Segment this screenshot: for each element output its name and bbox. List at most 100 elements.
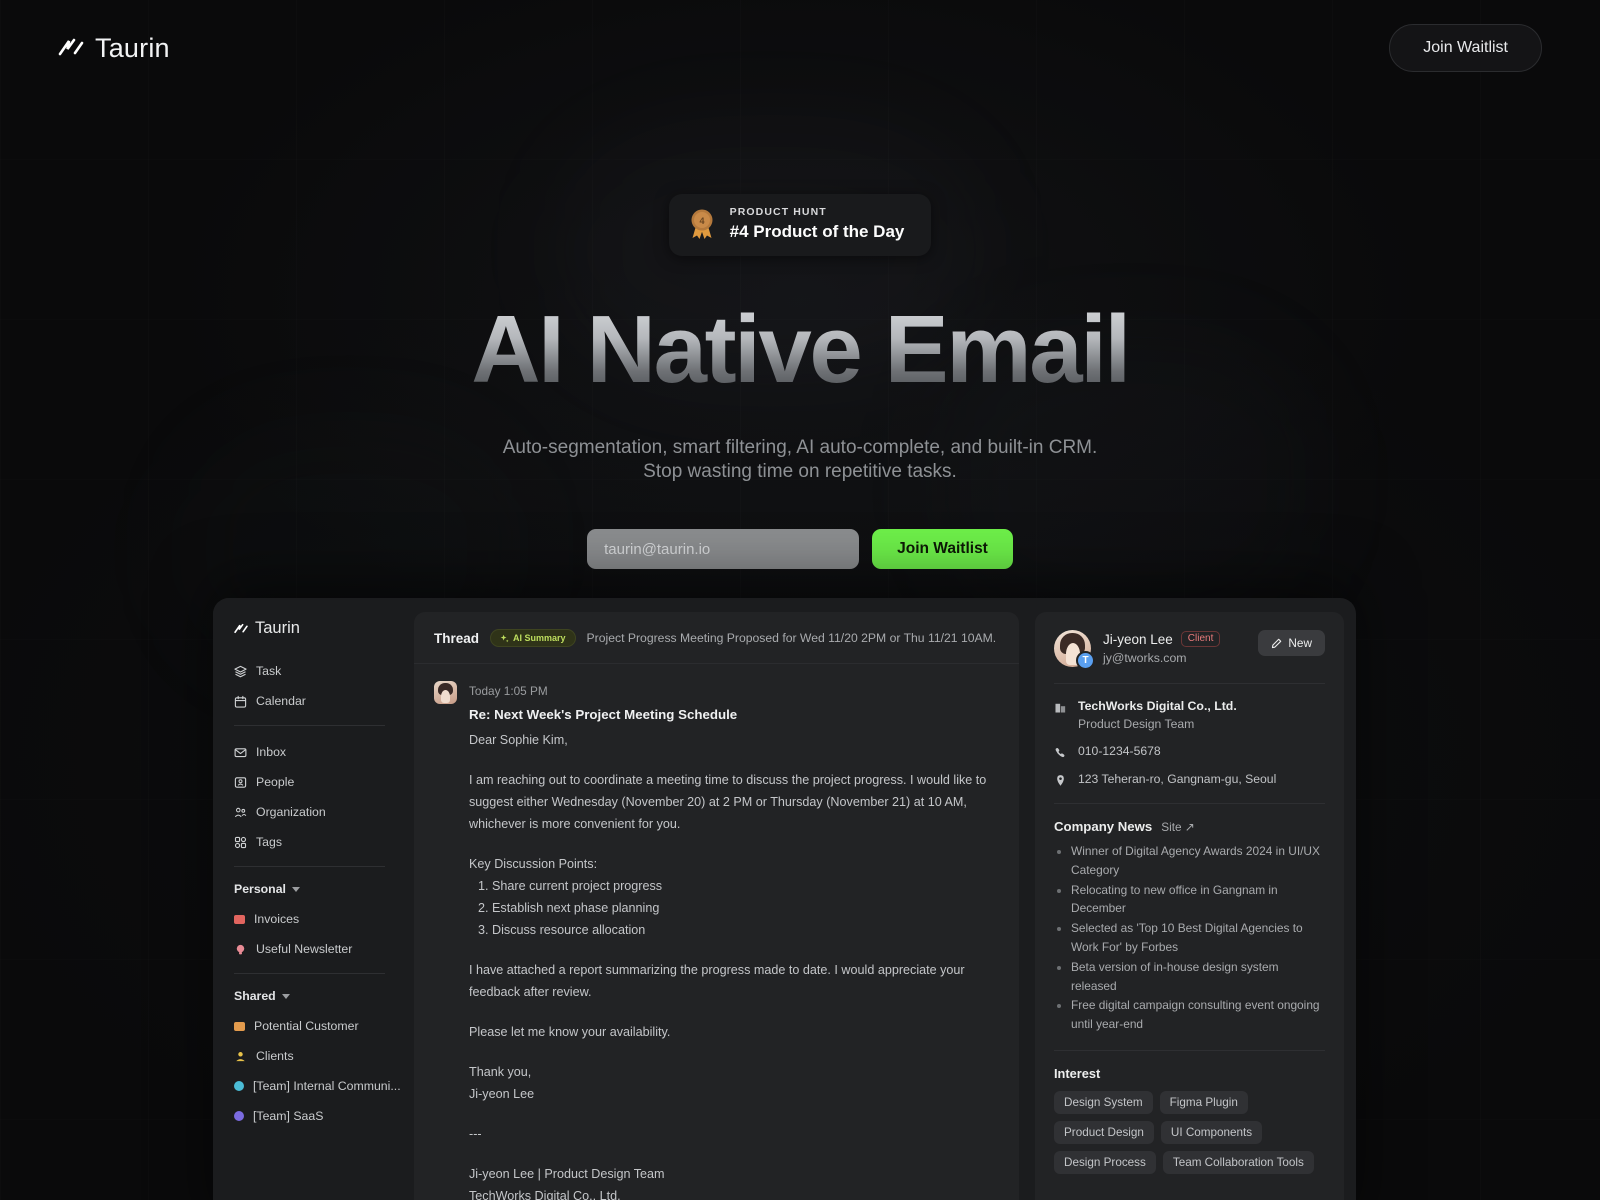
email-message: Today 1:05 PM Re: Next Week's Project Me… (414, 664, 1019, 1200)
building-icon (1055, 703, 1066, 713)
sidebar-item-inbox[interactable]: Inbox (213, 741, 406, 763)
calendar-icon (234, 695, 247, 708)
thread-card: Thread AI Summary Project Progress Meeti… (414, 612, 1019, 1200)
sidebar-divider (234, 725, 385, 726)
site-link[interactable]: Site ↗ (1161, 820, 1195, 834)
sidebar-brand-name: Taurin (255, 619, 300, 637)
lightning-logo-icon (234, 623, 248, 633)
chevron-down-icon (291, 886, 300, 892)
sidebar-item-useful-newsletter[interactable]: Useful Newsletter (213, 938, 406, 960)
message-timestamp: Today 1:05 PM (469, 684, 548, 698)
waitlist-form: Join Waitlist (0, 529, 1600, 570)
company-team: Product Design Team (1078, 717, 1195, 731)
status-badge: Client (1180, 631, 1221, 647)
sidebar-item-label: Invoices (254, 912, 300, 926)
sidebar-item-calendar[interactable]: Calendar (213, 690, 406, 712)
address-row: 123 Teheran-ro, Gangnam-gu, Seoul (1054, 772, 1325, 787)
product-hunt-badge[interactable]: 4 PRODUCT HUNT #4 Product of the Day (668, 194, 932, 256)
nav-join-waitlist-button[interactable]: Join Waitlist (1389, 24, 1542, 72)
sidebar-group-label: Shared (234, 989, 276, 1003)
sidebar-brand[interactable]: Taurin (213, 619, 406, 638)
sidebar-divider (234, 866, 385, 867)
thread-summary-text: Project Progress Meeting Proposed for We… (586, 631, 997, 645)
company-name: TechWorks Digital Co., Ltd. (1078, 699, 1237, 713)
message-paragraph-1: I am reaching out to coordinate a meetin… (469, 773, 990, 832)
interest-divider (1054, 1049, 1325, 1051)
pencil-icon (1272, 638, 1282, 648)
message-discussion-points: Share current project progress Establish… (469, 875, 999, 941)
sidebar-item-team-internal-communication[interactable]: [Team] Internal Communi... (213, 1075, 406, 1097)
message-paragraph-2: I have attached a report summarizing the… (469, 963, 969, 1000)
thread-label: Thread (434, 630, 480, 646)
location-pin-icon (1057, 775, 1064, 786)
sidebar-item-label: [Team] SaaS (253, 1109, 324, 1123)
sidebar-item-tags[interactable]: Tags (213, 831, 406, 853)
app-preview-window: Taurin Task Calendar Inbox People Organi… (213, 598, 1356, 1200)
phone-number: 010-1234-5678 (1078, 744, 1161, 758)
product-hunt-title: #4 Product of the Day (729, 221, 905, 241)
phone-row: 010-1234-5678 (1054, 744, 1325, 759)
interest-tag[interactable]: Product Design (1054, 1120, 1154, 1144)
list-item: Share current project progress (492, 875, 999, 897)
sparkle-icon (500, 634, 509, 642)
message-signature-line1: Ji-yeon Lee | Product Design Team (469, 1167, 665, 1182)
phone-icon (1055, 747, 1065, 758)
new-button-label: New (1288, 636, 1312, 650)
list-item: Beta version of in-house design system r… (1071, 958, 1325, 996)
sidebar-item-potential-customer[interactable]: Potential Customer (213, 1015, 406, 1037)
hero-join-waitlist-button[interactable]: Join Waitlist (872, 529, 1013, 570)
message-greeting: Dear Sophie Kim, (469, 733, 568, 747)
sidebar-item-label: Organization (256, 805, 326, 819)
thread-column: Thread AI Summary Project Progress Meeti… (406, 598, 1031, 1200)
interest-tag[interactable]: Figma Plugin (1159, 1090, 1248, 1114)
sidebar-group-personal[interactable]: Personal (213, 882, 406, 896)
message-points-title: Key Discussion Points: (469, 857, 598, 872)
interest-tag[interactable]: Design Process (1054, 1150, 1156, 1174)
message-closing: Thank you, Ji-yeon Lee (469, 1065, 535, 1102)
sidebar-item-task[interactable]: Task (213, 660, 406, 682)
folder-icon (234, 914, 245, 924)
product-hunt-medal-icon: 4 (691, 209, 713, 240)
chevron-down-icon (281, 993, 290, 999)
avatar (434, 681, 457, 704)
message-divider-text: --- (469, 1127, 482, 1142)
list-item: Relocating to new office in Gangnam in D… (1071, 881, 1325, 919)
interest-title: Interest (1054, 1065, 1101, 1081)
new-button[interactable]: New (1258, 630, 1325, 656)
sidebar-group-label: Personal (234, 882, 286, 896)
address-text: 123 Teheran-ro, Gangnam-gu, Seoul (1078, 772, 1277, 786)
contact-column: T Ji-yeon Lee Client jy@tworks.com New T… (1031, 598, 1356, 1200)
hero-subheadline-line1: Auto-segmentation, smart filtering, AI a… (502, 436, 1098, 458)
lightning-logo-icon (58, 38, 84, 56)
sidebar-divider (234, 973, 385, 974)
email-input[interactable] (587, 529, 860, 570)
list-item: Free digital campaign consulting event o… (1071, 996, 1325, 1034)
news-divider (1054, 803, 1325, 804)
interest-tag[interactable]: UI Components (1160, 1120, 1263, 1144)
contact-card-icon (234, 776, 247, 788)
thread-header: Thread AI Summary Project Progress Meeti… (414, 612, 1019, 664)
interest-tag[interactable]: Design System (1054, 1090, 1153, 1114)
layers-icon (234, 665, 247, 677)
sidebar-item-people[interactable]: People (213, 771, 406, 793)
sidebar-item-organization[interactable]: Organization (213, 801, 406, 823)
dot-icon (234, 1081, 244, 1091)
sidebar-item-invoices[interactable]: Invoices (213, 908, 406, 930)
page-title: AI Native Email (0, 301, 1600, 398)
sidebar-group-shared[interactable]: Shared (213, 989, 406, 1003)
ai-summary-label: AI Summary (513, 633, 566, 643)
list-item: Discuss resource allocation (492, 919, 999, 941)
tags-icon (234, 836, 247, 848)
sidebar-item-team-saas[interactable]: [Team] SaaS (213, 1105, 406, 1127)
envelope-icon (234, 747, 247, 757)
sidebar-item-label: People (256, 775, 295, 789)
sidebar-item-label: Potential Customer (254, 1019, 359, 1033)
sidebar-item-clients[interactable]: Clients (213, 1045, 406, 1067)
contact-email: jy@tworks.com (1103, 651, 1187, 665)
sidebar-item-label: [Team] Internal Communi... (253, 1079, 401, 1093)
company-news-list: Winner of Digital Agency Awards 2024 in … (1054, 842, 1325, 1034)
ai-summary-badge[interactable]: AI Summary (490, 629, 576, 647)
interest-tag[interactable]: Team Collaboration Tools (1162, 1150, 1314, 1174)
brand-logo[interactable]: Taurin (58, 33, 170, 64)
list-item: Winner of Digital Agency Awards 2024 in … (1071, 842, 1325, 880)
